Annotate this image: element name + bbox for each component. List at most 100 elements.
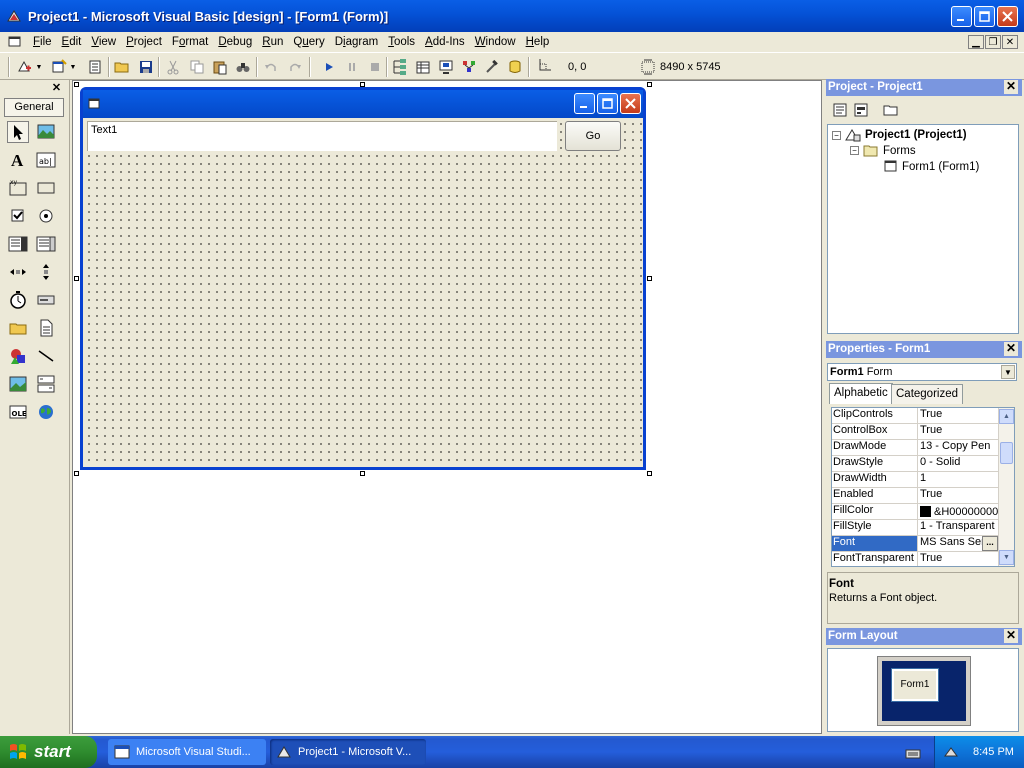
collapse-icon[interactable]: −	[832, 130, 841, 140]
property-row[interactable]: FillColor &H00000000	[832, 504, 998, 520]
end-button[interactable]	[366, 58, 384, 76]
property-row[interactable]: ControlBox True	[832, 424, 998, 440]
menu-project[interactable]: Project	[121, 32, 167, 52]
save-project-button[interactable]	[137, 58, 155, 76]
property-value[interactable]: True	[918, 408, 998, 423]
copy-button[interactable]	[188, 58, 206, 76]
maximize-button[interactable]	[974, 6, 995, 27]
object-browser-button[interactable]	[460, 58, 478, 76]
commandbutton-tool[interactable]	[35, 177, 57, 199]
minimize-button[interactable]	[951, 6, 972, 27]
view-object-button[interactable]	[852, 101, 870, 119]
textbox-tool[interactable]: ab|	[35, 149, 57, 171]
ole-tool[interactable]: OLE	[7, 401, 29, 423]
property-value[interactable]: True	[918, 424, 998, 439]
menu-debug[interactable]: Debug	[213, 32, 257, 52]
property-row[interactable]: DrawStyle 0 - Solid	[832, 456, 998, 472]
drivelistbox-tool[interactable]	[35, 289, 57, 311]
property-row[interactable]: FillStyle 1 - Transparent	[832, 520, 998, 536]
taskbar-item-visual-studio[interactable]: Microsoft Visual Studi...	[108, 739, 266, 765]
menu-format[interactable]: Format	[167, 32, 213, 52]
resize-handle[interactable]	[647, 82, 652, 87]
optionbutton-tool[interactable]	[35, 205, 57, 227]
ellipsis-button[interactable]: ...	[982, 536, 998, 551]
property-value[interactable]: 1	[918, 472, 998, 487]
vscrollbar-tool[interactable]	[35, 261, 57, 283]
shape-tool[interactable]	[7, 345, 29, 367]
title-bar[interactable]: Project1 - Microsoft Visual Basic [desig…	[0, 0, 1024, 32]
resize-handle[interactable]	[647, 471, 652, 476]
property-grid-scrollbar[interactable]: ▲ ▼	[998, 408, 1014, 566]
property-value[interactable]: 0 - Solid	[918, 456, 998, 471]
label-tool[interactable]: A	[7, 149, 29, 171]
dropdown-arrow-icon[interactable]: ▼	[1001, 365, 1015, 379]
tree-node-form1[interactable]: Form1 (Form1)	[884, 160, 979, 173]
property-value[interactable]: MS Sans Serif...	[918, 536, 998, 551]
menu-view[interactable]: View	[86, 32, 121, 52]
data-tool[interactable]	[35, 373, 57, 395]
go-button[interactable]: Go	[565, 121, 621, 151]
property-value[interactable]: 13 - Copy Pen	[918, 440, 998, 455]
redo-button[interactable]	[286, 58, 304, 76]
tree-node-project[interactable]: − Project1 (Project1)	[832, 128, 967, 142]
mdi-close-button[interactable]: ✕	[1002, 35, 1018, 49]
property-row[interactable]: DrawWidth 1	[832, 472, 998, 488]
dirlistbox-tool[interactable]	[7, 317, 29, 339]
scroll-down-icon[interactable]: ▼	[999, 550, 1014, 565]
undo-button[interactable]	[262, 58, 280, 76]
toolbox-button[interactable]	[483, 58, 501, 76]
property-row[interactable]: DrawMode 13 - Copy Pen	[832, 440, 998, 456]
close-button[interactable]	[997, 6, 1018, 27]
menu-edit[interactable]: Edit	[57, 32, 87, 52]
menu-window[interactable]: Window	[470, 32, 521, 52]
add-form-button[interactable]	[50, 58, 68, 76]
add-project-dropdown[interactable]: ▼	[34, 58, 44, 76]
keyboard-tray-icon[interactable]	[904, 744, 922, 762]
property-row[interactable]: Enabled True	[832, 488, 998, 504]
property-value[interactable]: 1 - Transparent	[918, 520, 998, 535]
start-button[interactable]: start	[0, 736, 97, 768]
menu-query[interactable]: Query	[288, 32, 329, 52]
hscrollbar-tool[interactable]	[7, 261, 29, 283]
form1-title-bar[interactable]	[83, 90, 643, 118]
mdi-restore-button[interactable]: ❐	[985, 35, 1001, 49]
find-button[interactable]	[234, 58, 252, 76]
menu-editor-button[interactable]	[86, 58, 104, 76]
property-row[interactable]: FontTransparent True	[832, 552, 998, 566]
break-button[interactable]	[343, 58, 361, 76]
form-minimize-button[interactable]	[574, 93, 595, 114]
menu-file[interactable]: File	[28, 32, 57, 52]
object-selector-combo[interactable]: Form1 Form ▼	[827, 363, 1017, 381]
tab-categorized[interactable]: Categorized	[891, 384, 964, 404]
resize-handle[interactable]	[74, 471, 79, 476]
form-system-menu-icon[interactable]	[8, 35, 22, 49]
menu-run[interactable]: Run	[257, 32, 288, 52]
scroll-thumb[interactable]	[1000, 442, 1013, 464]
form-close-button[interactable]	[620, 93, 641, 114]
picturebox-tool[interactable]	[35, 121, 57, 143]
form1-layout-thumbnail[interactable]: Form1	[891, 668, 939, 702]
property-value[interactable]: &H00000000	[918, 504, 998, 519]
menu-diagram[interactable]: Diagram	[330, 32, 383, 52]
mdi-minimize-button[interactable]: ▁	[968, 35, 984, 49]
project-panel-close-button[interactable]: ✕	[1004, 80, 1018, 94]
resize-handle[interactable]	[74, 82, 79, 87]
checkbox-tool[interactable]	[7, 205, 29, 227]
property-row[interactable]: ClipControls True	[832, 408, 998, 424]
start-run-button[interactable]	[320, 58, 338, 76]
menu-help[interactable]: Help	[521, 32, 555, 52]
resize-handle[interactable]	[647, 276, 652, 281]
filelistbox-tool[interactable]	[35, 317, 57, 339]
resize-handle[interactable]	[74, 276, 79, 281]
form-layout-close-button[interactable]: ✕	[1004, 629, 1018, 643]
property-row-selected[interactable]: Font MS Sans Serif...	[832, 536, 998, 552]
tree-node-forms[interactable]: − Forms	[850, 144, 916, 157]
taskbar-item-project1[interactable]: Project1 - Microsoft V...	[270, 739, 426, 765]
menu-add-ins[interactable]: Add-Ins	[420, 32, 470, 52]
resize-handle[interactable]	[360, 471, 365, 476]
menu-tools[interactable]: Tools	[383, 32, 420, 52]
pointer-tool[interactable]	[7, 121, 29, 143]
scroll-up-icon[interactable]: ▲	[999, 409, 1014, 424]
form-maximize-button[interactable]	[597, 93, 618, 114]
form-client-area-grid[interactable]: Text1 Go	[83, 118, 643, 467]
